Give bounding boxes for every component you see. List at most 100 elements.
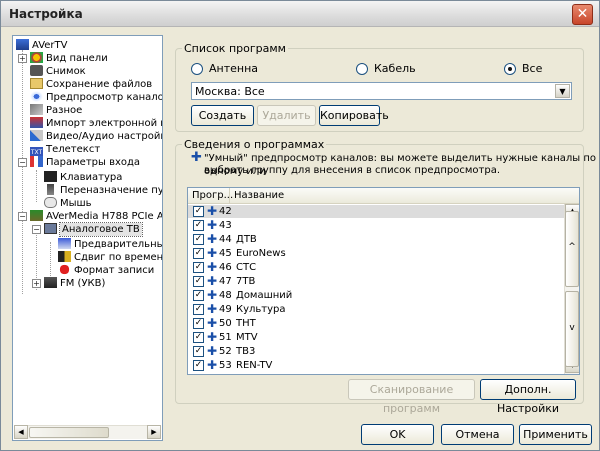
row-name: EuroNews	[236, 248, 286, 259]
tv-card-icon	[30, 210, 43, 221]
close-button[interactable]: ✕	[572, 4, 593, 25]
scroll-left-icon[interactable]: ◀	[14, 425, 28, 439]
table-row[interactable]: ✓ ✚ 53 REN-TV	[188, 359, 564, 372]
move-up-button[interactable]: ^	[565, 211, 579, 287]
collapse-toggle[interactable]: −	[32, 225, 41, 234]
row-checkbox[interactable]: ✓	[193, 304, 204, 315]
mouse-icon	[44, 197, 57, 208]
settings-tree[interactable]: AVerTV + Вид панели Снимок Сохранение фа…	[12, 35, 163, 441]
row-checkbox[interactable]: ✓	[193, 276, 204, 287]
tree-item-snapshot[interactable]: Снимок	[30, 65, 86, 78]
tree-item-mouse[interactable]: Мышь	[44, 197, 92, 210]
record-icon	[58, 264, 71, 275]
table-row[interactable]: ✓ ✚ 48 Домашний	[188, 289, 564, 302]
tree-item-keyboard[interactable]: Клавиатура	[44, 171, 122, 184]
program-info-title: Сведения о программах	[182, 138, 327, 151]
table-row[interactable]: ✓ ✚ 51 MTV	[188, 331, 564, 344]
tree-scroll-thumb[interactable]	[29, 427, 109, 438]
row-checkbox[interactable]: ✓	[193, 318, 204, 329]
row-number: 53	[219, 360, 232, 371]
cancel-button[interactable]: Отмена	[441, 424, 514, 445]
window-title: Настройка	[9, 7, 83, 21]
radio-all[interactable]: Все	[504, 62, 542, 75]
row-name: Домашний	[236, 290, 293, 301]
info-text-line2: выбрать группу для внесения в список пре…	[204, 165, 501, 176]
expand-toggle[interactable]: +	[18, 54, 27, 63]
row-checkbox[interactable]: ✓	[193, 346, 204, 357]
apply-button[interactable]: Применить	[519, 424, 592, 445]
row-checkbox[interactable]: ✓	[193, 332, 204, 343]
plus-icon: ✚	[207, 260, 218, 274]
plus-icon: ✚	[207, 316, 218, 330]
collapse-toggle[interactable]: −	[18, 212, 27, 221]
tree-item-av-settings[interactable]: Видео/Аудио настройки	[30, 130, 162, 143]
tree-item-preview[interactable]: Предварительный	[58, 238, 162, 251]
tree-item-misc[interactable]: Разное	[30, 104, 82, 117]
table-row[interactable]: ✓ ✚ 46 СТС	[188, 261, 564, 274]
table-row[interactable]: ✓ ✚ 52 ТВ3	[188, 345, 564, 358]
row-name: СТС	[236, 262, 257, 273]
tree-item-remote[interactable]: Переназначение пульт	[44, 184, 162, 197]
tree-item-panel-view[interactable]: Вид панели	[30, 52, 108, 65]
tree-item-input-params[interactable]: Параметры входа	[30, 156, 140, 169]
channel-list[interactable]: Прогр... Название ✓ ✚ 42 ✓ ✚ 43 ✓ ✚ 44 ДТВ ✓ ✚ 45 Eur…	[187, 187, 580, 375]
camera-icon	[30, 65, 43, 76]
tree-item-fm[interactable]: FM (УКВ)	[44, 277, 105, 290]
advanced-settings-button[interactable]: Дополн. Настройки	[480, 379, 576, 415]
table-row[interactable]: ✓ ✚ 49 Культура	[188, 303, 564, 316]
timeshift-icon	[58, 251, 71, 262]
table-row[interactable]: ✓ ✚ 44 ДТВ	[188, 233, 564, 246]
tree-item-tv-card[interactable]: AVerMedia H788 PCIe Analo	[30, 210, 162, 223]
ok-button[interactable]: OK	[361, 424, 434, 445]
row-number: 44	[219, 234, 232, 245]
plus-icon: ✚	[207, 288, 218, 302]
analog-tv-icon	[44, 223, 57, 234]
row-checkbox[interactable]: ✓	[193, 360, 204, 371]
program-list-title: Список программ	[182, 42, 288, 55]
tree-horizontal-scrollbar[interactable]: ◀ ▶	[14, 425, 161, 439]
expand-toggle[interactable]: +	[32, 279, 41, 288]
table-row[interactable]: ✓ ✚ 43	[188, 219, 564, 232]
radio-cable[interactable]: Кабель	[356, 62, 416, 75]
tree-item-avertv[interactable]: AVerTV	[16, 39, 67, 52]
row-checkbox[interactable]: ✓	[193, 290, 204, 301]
collapse-toggle[interactable]: −	[18, 158, 27, 167]
close-icon: ✕	[576, 6, 589, 22]
row-number: 49	[219, 304, 232, 315]
tree-item-timeshift[interactable]: Сдвиг по времени	[58, 251, 162, 264]
table-row[interactable]: ✓ ✚ 42	[188, 205, 564, 218]
radio-antenna[interactable]: Антенна	[191, 62, 258, 75]
preview-icon	[58, 238, 71, 249]
row-checkbox[interactable]: ✓	[193, 220, 204, 231]
avertv-icon	[16, 39, 29, 50]
tree-item-teletext[interactable]: TXT Телетекст	[30, 143, 100, 158]
scroll-right-icon[interactable]: ▶	[147, 425, 161, 439]
row-checkbox[interactable]: ✓	[193, 262, 204, 273]
scan-programs-button[interactable]: Сканирование программ	[348, 379, 475, 415]
row-number: 46	[219, 262, 232, 273]
region-select[interactable]: Москва: Все ▼	[191, 82, 572, 100]
column-header-program[interactable]: Прогр...	[188, 188, 233, 204]
row-checkbox[interactable]: ✓	[193, 234, 204, 245]
tree-item-channel-preview[interactable]: Предпросмотр каналов	[30, 91, 162, 104]
tree-item-record-format[interactable]: Формат записи	[58, 264, 154, 277]
tree-item-epg-import[interactable]: Импорт электронной прог	[30, 117, 162, 130]
delete-button[interactable]: Удалить	[257, 105, 316, 126]
chevron-down-icon[interactable]: ▼	[555, 84, 570, 98]
table-row[interactable]: ✓ ✚ 50 ТНТ	[188, 317, 564, 330]
row-checkbox[interactable]: ✓	[193, 248, 204, 259]
row-name: REN-TV	[236, 360, 273, 371]
tree-item-analog-tv[interactable]: Аналоговое ТВ	[44, 222, 143, 237]
tree-item-save-files[interactable]: Сохранение файлов	[30, 78, 152, 91]
row-name: ДТВ	[236, 234, 257, 245]
table-row[interactable]: ✓ ✚ 47 7ТВ	[188, 275, 564, 288]
column-header-name[interactable]: Название	[230, 188, 579, 204]
panel-icon	[30, 52, 43, 63]
copy-button[interactable]: Копировать	[319, 105, 389, 126]
row-checkbox[interactable]: ✓	[193, 206, 204, 217]
move-down-button[interactable]: v	[565, 291, 579, 367]
row-number: 48	[219, 290, 232, 301]
create-button[interactable]: Создать	[191, 105, 254, 126]
table-row[interactable]: ✓ ✚ 45 EuroNews	[188, 247, 564, 260]
import-icon	[30, 117, 43, 128]
